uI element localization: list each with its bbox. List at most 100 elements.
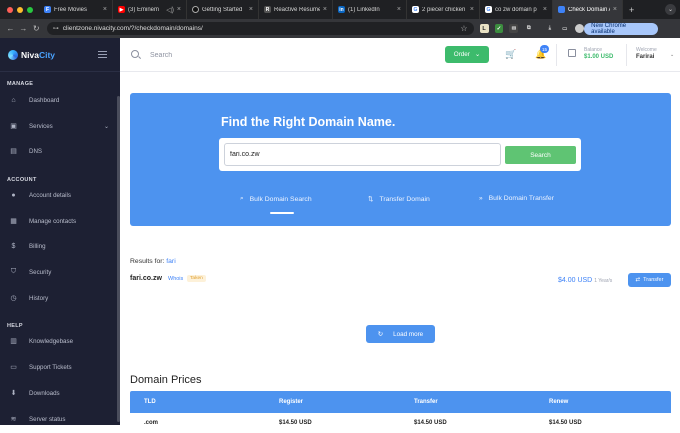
search-icon: ⌕ [240, 195, 244, 202]
sidebar-item-label: Account details [29, 191, 71, 199]
minimize-window-button[interactable] [17, 6, 23, 13]
reload-icon[interactable]: ↻ [30, 24, 43, 33]
download-icon[interactable]: ⤓ [545, 24, 554, 33]
table-cell: $14.50 USD [414, 420, 447, 426]
transfer-arrows-icon: ⇄ [635, 277, 641, 283]
refresh-icon: ↻ [377, 330, 384, 338]
section-account: ACCOUNT [7, 177, 37, 183]
close-icon[interactable]: × [103, 6, 107, 13]
window-controls [7, 6, 33, 13]
price-period: 1 Year/s [594, 278, 613, 284]
sidebar-item-manage-contacts[interactable]: ▦ Manage contacts [0, 214, 120, 228]
extension-icon[interactable]: L [479, 24, 489, 33]
download-icon: ⬇ [10, 390, 17, 397]
close-icon[interactable]: × [249, 6, 253, 13]
transfer-button[interactable]: ⇄ Transfer [628, 273, 671, 287]
maximize-window-button[interactable] [27, 6, 33, 13]
split-view-icon[interactable]: ▭ [560, 24, 569, 33]
tab-transfer-domain[interactable]: ⇅ Transfer Domain [368, 195, 430, 204]
sidebar-item-history[interactable]: ◷ History [0, 291, 120, 305]
sidebar-item-label: Security [29, 268, 52, 276]
user-name[interactable]: Farirai [636, 54, 654, 60]
new-chrome-available-button[interactable]: New Chrome available [584, 22, 659, 35]
extension-icon[interactable]: ✓ [494, 24, 504, 33]
column-header[interactable]: Transfer [400, 399, 535, 405]
url-bar[interactable]: ⊶ clientzone.nivacity.com/?/checkdomain/… [46, 22, 474, 35]
close-window-button[interactable] [7, 6, 13, 13]
sidebar-item-server-status[interactable]: ≋ Server status [0, 412, 120, 426]
table-row: .com $14.50 USD $14.50 USD $14.50 USD [130, 413, 671, 433]
browser-tab[interactable]: in (1) LinkedIn × [333, 0, 407, 19]
sidebar-item-downloads[interactable]: ⬇ Downloads [0, 386, 120, 400]
brand-name-part: Niva [21, 49, 39, 60]
browser-tab-active[interactable]: Check Domain A × [553, 0, 623, 19]
main-content: Find the Right Domain Name. Search ⌕ Bul… [120, 72, 680, 426]
tab-search-icon[interactable]: ⌄ [665, 4, 676, 15]
browser-tab[interactable]: F Free Movies × [39, 0, 113, 19]
tab-bulk-domain-search[interactable]: ⌕ Bulk Domain Search [240, 195, 312, 203]
speaker-icon[interactable]: ◁) [166, 6, 174, 14]
sidebar-item-support-tickets[interactable]: ▭ Support Tickets [0, 360, 120, 374]
tab-label: Transfer Domain [379, 195, 430, 203]
header-divider [556, 44, 557, 66]
result-price: $4.00 USD 1 Year/s [558, 277, 612, 284]
close-icon[interactable]: × [613, 6, 617, 13]
cart-icon[interactable]: 🛒 [505, 49, 516, 60]
close-icon[interactable]: × [323, 6, 327, 13]
sidebar-item-dashboard[interactable]: ⌂ Dashboard [0, 93, 120, 107]
url-text: clientzone.nivacity.com/?/checkdomain/do… [62, 25, 203, 32]
close-icon[interactable]: × [543, 6, 547, 13]
sidebar-item-label: Manage contacts [29, 217, 77, 225]
column-header[interactable]: Register [265, 399, 400, 405]
browser-tab[interactable]: G 2 piecer chicken × [407, 0, 480, 19]
table-header: TLD Register Transfer Renew [130, 391, 671, 413]
column-header[interactable]: TLD [130, 399, 265, 405]
transfer-icon: ⇅ [368, 196, 374, 203]
column-header[interactable]: Renew [535, 399, 671, 405]
close-icon[interactable]: × [177, 6, 181, 13]
domain-search-button[interactable]: Search [505, 146, 576, 164]
sidebar-item-security[interactable]: ⛉ Security [0, 265, 120, 279]
load-more-button[interactable]: ↻ Load more [366, 325, 435, 343]
sidebar-item-account-details[interactable]: ● Account details [0, 188, 120, 202]
site-info-icon[interactable]: ⊶ [53, 25, 59, 32]
sidebar-item-dns[interactable]: ▤ DNS [0, 144, 120, 158]
extensions-puzzle-icon[interactable]: ⧉ [524, 24, 533, 33]
browser-tab[interactable]: ▶ (3) Eminem ◁) × [113, 0, 187, 19]
tab-label: co zw domain p [495, 6, 537, 13]
profile-avatar-icon[interactable] [575, 24, 585, 33]
results-heading: Results for: fari [130, 258, 176, 265]
close-icon[interactable]: × [397, 6, 401, 13]
tab-bulk-domain-transfer[interactable]: » Bulk Domain Transfer [479, 195, 554, 202]
browser-tab[interactable]: Getting Started × [187, 0, 259, 19]
chevron-down-icon[interactable]: ⌄ [670, 52, 674, 58]
browser-tab[interactable]: G co zw domain p × [480, 0, 553, 19]
browser-address-bar: ← → ↻ ⊶ clientzone.nivacity.com/?/checkd… [0, 19, 680, 51]
welcome-label: Welcome [636, 47, 657, 53]
chevron-down-icon: ⌄ [103, 123, 109, 130]
browser-tab[interactable]: R Reactive Resume × [259, 0, 333, 19]
table-cell: .com [144, 420, 159, 426]
wifi-icon: ≋ [10, 416, 17, 423]
domain-search-input[interactable] [224, 143, 501, 166]
google-icon: G [485, 6, 492, 13]
film-icon: F [44, 6, 51, 13]
sidebar-item-services[interactable]: ▣ Services ⌄ [0, 119, 120, 133]
sidebar-item-knowledgebase[interactable]: ▥ Knowledgebase [0, 334, 120, 348]
extension-icon[interactable]: ✉ [509, 24, 519, 33]
whois-link[interactable]: Whois [168, 276, 183, 282]
new-tab-button[interactable]: + [623, 5, 640, 15]
bookmark-star-icon[interactable]: ☆ [460, 24, 467, 33]
back-arrow-icon[interactable]: ← [4, 24, 17, 33]
table-cell: $14.50 USD [549, 420, 582, 426]
close-icon[interactable]: × [470, 6, 474, 13]
active-tab-indicator [270, 212, 294, 214]
sidebar-item-billing[interactable]: $ Billing [0, 239, 120, 253]
order-button[interactable]: Order ⌄ [445, 46, 489, 63]
tab-label: Bulk Domain Search [249, 195, 312, 203]
forward-arrow-icon[interactable]: → [17, 24, 30, 33]
search-input[interactable] [150, 48, 350, 62]
services-icon: ▣ [10, 123, 17, 130]
hamburger-menu-icon[interactable] [98, 51, 107, 58]
domain-search-box: Search [219, 138, 581, 171]
